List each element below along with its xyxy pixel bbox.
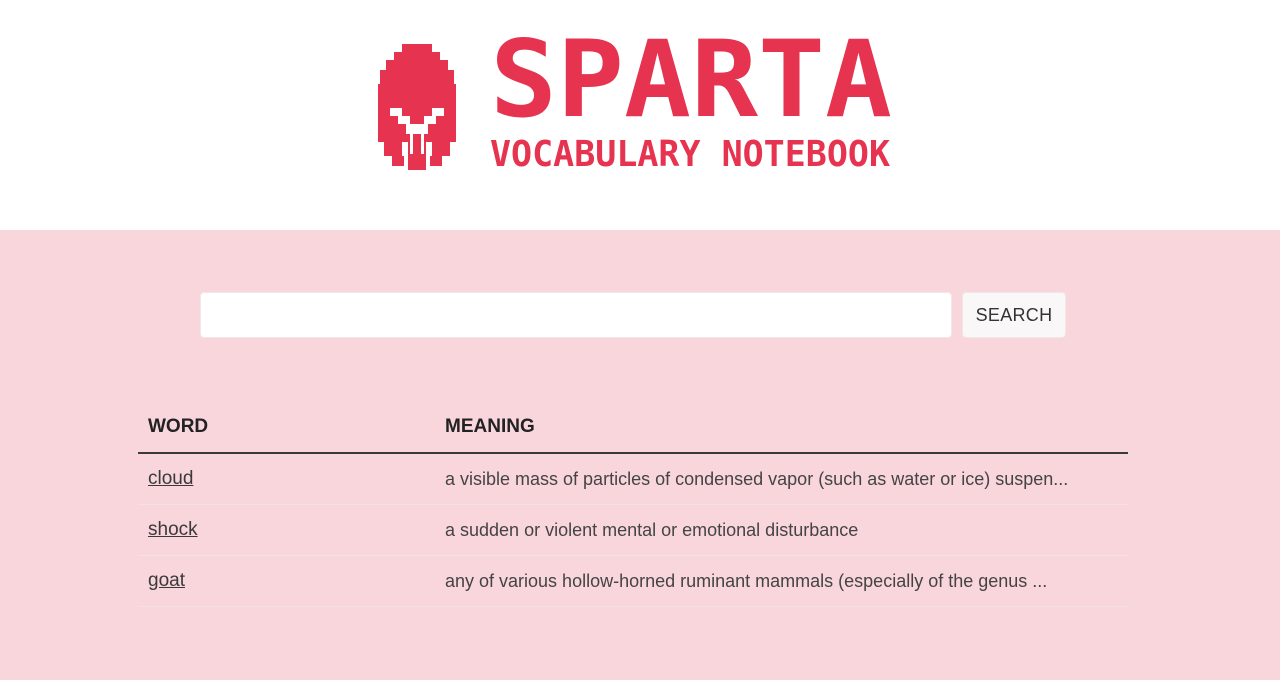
logo-title: SPARTA [490, 36, 892, 126]
brand-title: SPARTA [490, 36, 892, 126]
column-header-word: WORD [148, 416, 209, 437]
spartan-helmet-icon [378, 44, 456, 170]
table-header: WORD MEANING [138, 400, 1128, 454]
meaning-text: any of various hollow-horned ruminant ma… [445, 571, 1048, 591]
word-link-goat[interactable]: goat [148, 570, 185, 592]
word-link-shock[interactable]: shock [148, 519, 198, 541]
column-header-meaning: MEANING [445, 416, 535, 437]
search-input[interactable] [200, 292, 952, 338]
table-row: shock a sudden or violent mental or emot… [138, 505, 1128, 556]
table-row: goat any of various hollow-horned rumina… [138, 556, 1128, 607]
meaning-text: a visible mass of particles of condensed… [445, 469, 1069, 489]
vocabulary-table: WORD MEANING cloud a visible mass of par… [138, 400, 1128, 607]
table-row: cloud a visible mass of particles of con… [138, 454, 1128, 505]
search-button[interactable]: SEARCH [962, 292, 1066, 338]
main-content: SEARCH WORD MEANING cloud a visible mass… [0, 230, 1280, 680]
word-link-cloud[interactable]: cloud [148, 468, 193, 490]
brand-subtitle: VOCABULARY NOTEBOOK [490, 136, 890, 172]
header: SPARTA VOCABULARY NOTEBOOK [0, 0, 1280, 230]
meaning-text: a sudden or violent mental or emotional … [445, 520, 859, 540]
logo-subtitle: VOCABULARY NOTEBOOK [490, 136, 890, 172]
